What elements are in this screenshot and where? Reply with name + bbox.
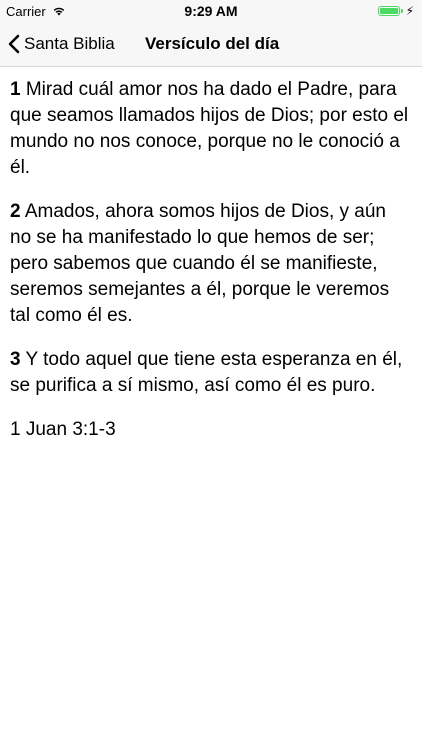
verse-number: 1 [10, 79, 21, 100]
verse-text: Amados, ahora somos hijos de Dios, y aún… [10, 201, 390, 326]
charging-bolt-icon: ⚡ [405, 4, 414, 18]
back-label: Santa Biblia [24, 34, 115, 53]
verse-text: Y todo aquel que tiene esta esperanza en… [10, 349, 403, 396]
verse-text: Mirad cuál amor nos ha dado el Padre, pa… [10, 79, 409, 178]
verse-reference: 1 Juan 3:1-3 [10, 419, 116, 440]
status-bar: Carrier 9:29 AM ⚡ [0, 0, 422, 22]
verse-1: 1 Mirad cuál amor nos ha dado el Padre, … [10, 77, 412, 181]
verse-content: 1 Mirad cuál amor nos ha dado el Padre, … [0, 67, 422, 443]
status-right: ⚡ [377, 4, 414, 18]
chevron-left-icon [8, 34, 20, 54]
back-button[interactable]: Santa Biblia [8, 22, 115, 66]
page-title: Versículo del día [145, 34, 280, 53]
battery-level-fill [379, 8, 398, 14]
verse-number: 3 [10, 349, 21, 370]
navigation-bar: Santa Biblia Versículo del día [0, 22, 422, 67]
verse-3: 3 Y todo aquel que tiene esta esperanza … [10, 347, 412, 399]
verse-2: 2 Amados, ahora somos hijos de Dios, y a… [10, 199, 412, 329]
battery-icon [377, 6, 400, 16]
status-time: 9:29 AM [184, 3, 238, 19]
verse-number: 2 [10, 201, 21, 222]
battery-cap [400, 9, 403, 13]
